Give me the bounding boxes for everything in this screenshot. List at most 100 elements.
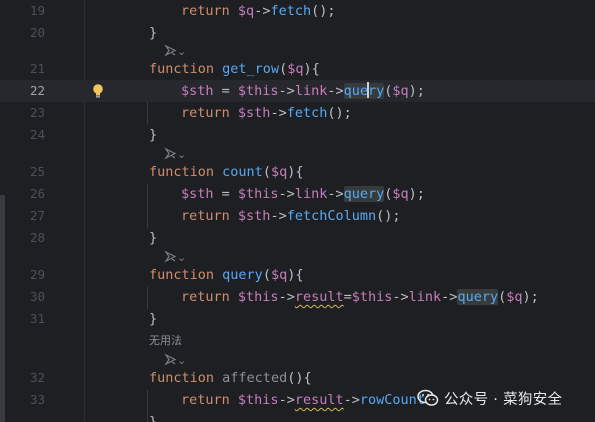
operator: ->: [441, 289, 458, 305]
variable: $this: [237, 83, 279, 99]
code-line-19[interactable]: 19 return $q->fetch();: [0, 0, 595, 22]
usage-hint[interactable]: ⌄: [164, 353, 186, 367]
parameter: $q: [287, 61, 304, 77]
operator: ->: [327, 186, 344, 202]
variable: $sth: [181, 83, 214, 99]
code-text[interactable]: $sth = $this->link->query($q);: [181, 81, 425, 101]
variable: $q: [237, 3, 255, 19]
parameter: $q: [270, 164, 288, 180]
keyword-function: function: [149, 267, 215, 283]
property: link: [294, 83, 328, 99]
method-call: fetch: [270, 3, 312, 19]
punctuation: ();: [376, 208, 401, 224]
function-name-unused: affected: [222, 370, 288, 386]
variable: $this: [351, 289, 393, 305]
punctuation: ){: [287, 267, 304, 283]
code-text[interactable]: return $sth->fetchColumn();: [181, 206, 401, 226]
line-number: 29: [29, 267, 45, 282]
keyword-function: function: [149, 370, 215, 386]
punctuation: }: [149, 311, 158, 327]
code-text[interactable]: function affected(){: [149, 368, 312, 388]
lightbulb-icon[interactable]: [91, 83, 105, 99]
line-number: 19: [29, 3, 45, 18]
code-line-25[interactable]: 25 function count($q){: [0, 161, 595, 183]
operator: =: [213, 83, 238, 99]
variable: $this: [237, 289, 279, 305]
operator: ->: [278, 186, 295, 202]
usage-hint[interactable]: ⌄: [164, 147, 186, 161]
code-line-29[interactable]: 29 function query($q){: [0, 264, 595, 286]
code-text[interactable]: }: [149, 125, 157, 145]
punctuation: ();: [327, 105, 352, 121]
code-line-30[interactable]: 30 return $this->result=$this->link->que…: [0, 286, 595, 308]
operator: ->: [278, 392, 295, 408]
code-text[interactable]: function get_row($q){: [149, 59, 320, 79]
chevron-down-icon: ⌄: [177, 148, 187, 161]
code-line-21[interactable]: 21 function get_row($q){: [0, 58, 595, 80]
variable: $q: [392, 83, 409, 99]
code-text[interactable]: return $this->result=$this->link->query(…: [181, 287, 539, 307]
punctuation: (){: [287, 370, 312, 386]
code-line-27[interactable]: 27 return $sth->fetchColumn();: [0, 205, 595, 227]
line-number: 27: [29, 208, 45, 223]
usage-hint[interactable]: ⌄: [164, 250, 186, 264]
code-text[interactable]: return $sth->fetch();: [181, 103, 352, 123]
punctuation: ();: [311, 3, 336, 19]
property-warning: result: [294, 392, 344, 408]
code-line-23[interactable]: 23 return $sth->fetch();: [0, 102, 595, 124]
usage-hint[interactable]: ⌄: [164, 44, 186, 58]
code-text[interactable]: }: [149, 228, 157, 248]
punctuation: (: [279, 61, 288, 77]
method-part: ry: [367, 83, 385, 99]
keyword-function: function: [149, 61, 215, 77]
code-line-22[interactable]: 22 $sth = $this->link->query($q);: [0, 80, 595, 102]
line-number: 31: [29, 311, 45, 326]
punctuation: }: [149, 127, 158, 143]
punctuation: (: [262, 267, 271, 283]
method-call: fetch: [286, 105, 328, 121]
line-number: 25: [29, 164, 45, 179]
keyword-return: return: [181, 392, 230, 408]
function-name: query: [222, 267, 263, 283]
line-number: 24: [29, 127, 45, 142]
variable: $q: [506, 289, 523, 305]
punctuation: }: [149, 25, 158, 41]
punctuation: );: [408, 83, 425, 99]
variable: $q: [392, 186, 409, 202]
code-line-32[interactable]: 32 function affected(){: [0, 367, 595, 389]
code-text[interactable]: return $this->result->rowCount: [181, 390, 425, 410]
variable: $this: [237, 392, 279, 408]
keyword-return: return: [181, 105, 230, 121]
watermark-text: 公众号 · 菜狗安全: [444, 391, 563, 408]
method-call-highlighted: query: [343, 186, 385, 202]
method-call: fetchColumn: [286, 208, 377, 224]
unused-hint-label[interactable]: 无用法: [149, 333, 182, 349]
variable: $this: [237, 186, 279, 202]
operator: ->: [254, 3, 271, 19]
code-line-26[interactable]: 26 $sth = $this->link->query($q);: [0, 183, 595, 205]
property-warning: result: [294, 289, 344, 305]
code-text[interactable]: function count($q){: [149, 162, 303, 182]
ai-hint-icon: [164, 250, 177, 263]
code-text[interactable]: return $q->fetch();: [181, 1, 335, 21]
ai-hint-icon: [164, 44, 177, 57]
property: link: [408, 289, 442, 305]
code-text[interactable]: }: [149, 309, 157, 329]
operator: =: [213, 186, 238, 202]
code-line-partial[interactable]: }: [0, 411, 595, 422]
variable: $sth: [237, 208, 271, 224]
operator: ->: [278, 289, 295, 305]
operator: ->: [278, 83, 295, 99]
code-text[interactable]: $sth = $this->link->query($q);: [181, 184, 425, 204]
punctuation: );: [522, 289, 539, 305]
code-line-31[interactable]: 31 }: [0, 308, 595, 330]
line-number: 30: [29, 289, 45, 304]
code-editor[interactable]: 19 return $q->fetch(); 20 } ⌄ 21 functio…: [0, 0, 595, 422]
code-text[interactable]: }: [149, 412, 157, 422]
code-text[interactable]: function query($q){: [149, 265, 303, 285]
line-number: 22: [29, 83, 45, 98]
operator: ->: [327, 83, 344, 99]
line-number: 33: [29, 392, 45, 407]
keyword-return: return: [181, 3, 230, 19]
chevron-down-icon: ⌄: [177, 45, 187, 58]
